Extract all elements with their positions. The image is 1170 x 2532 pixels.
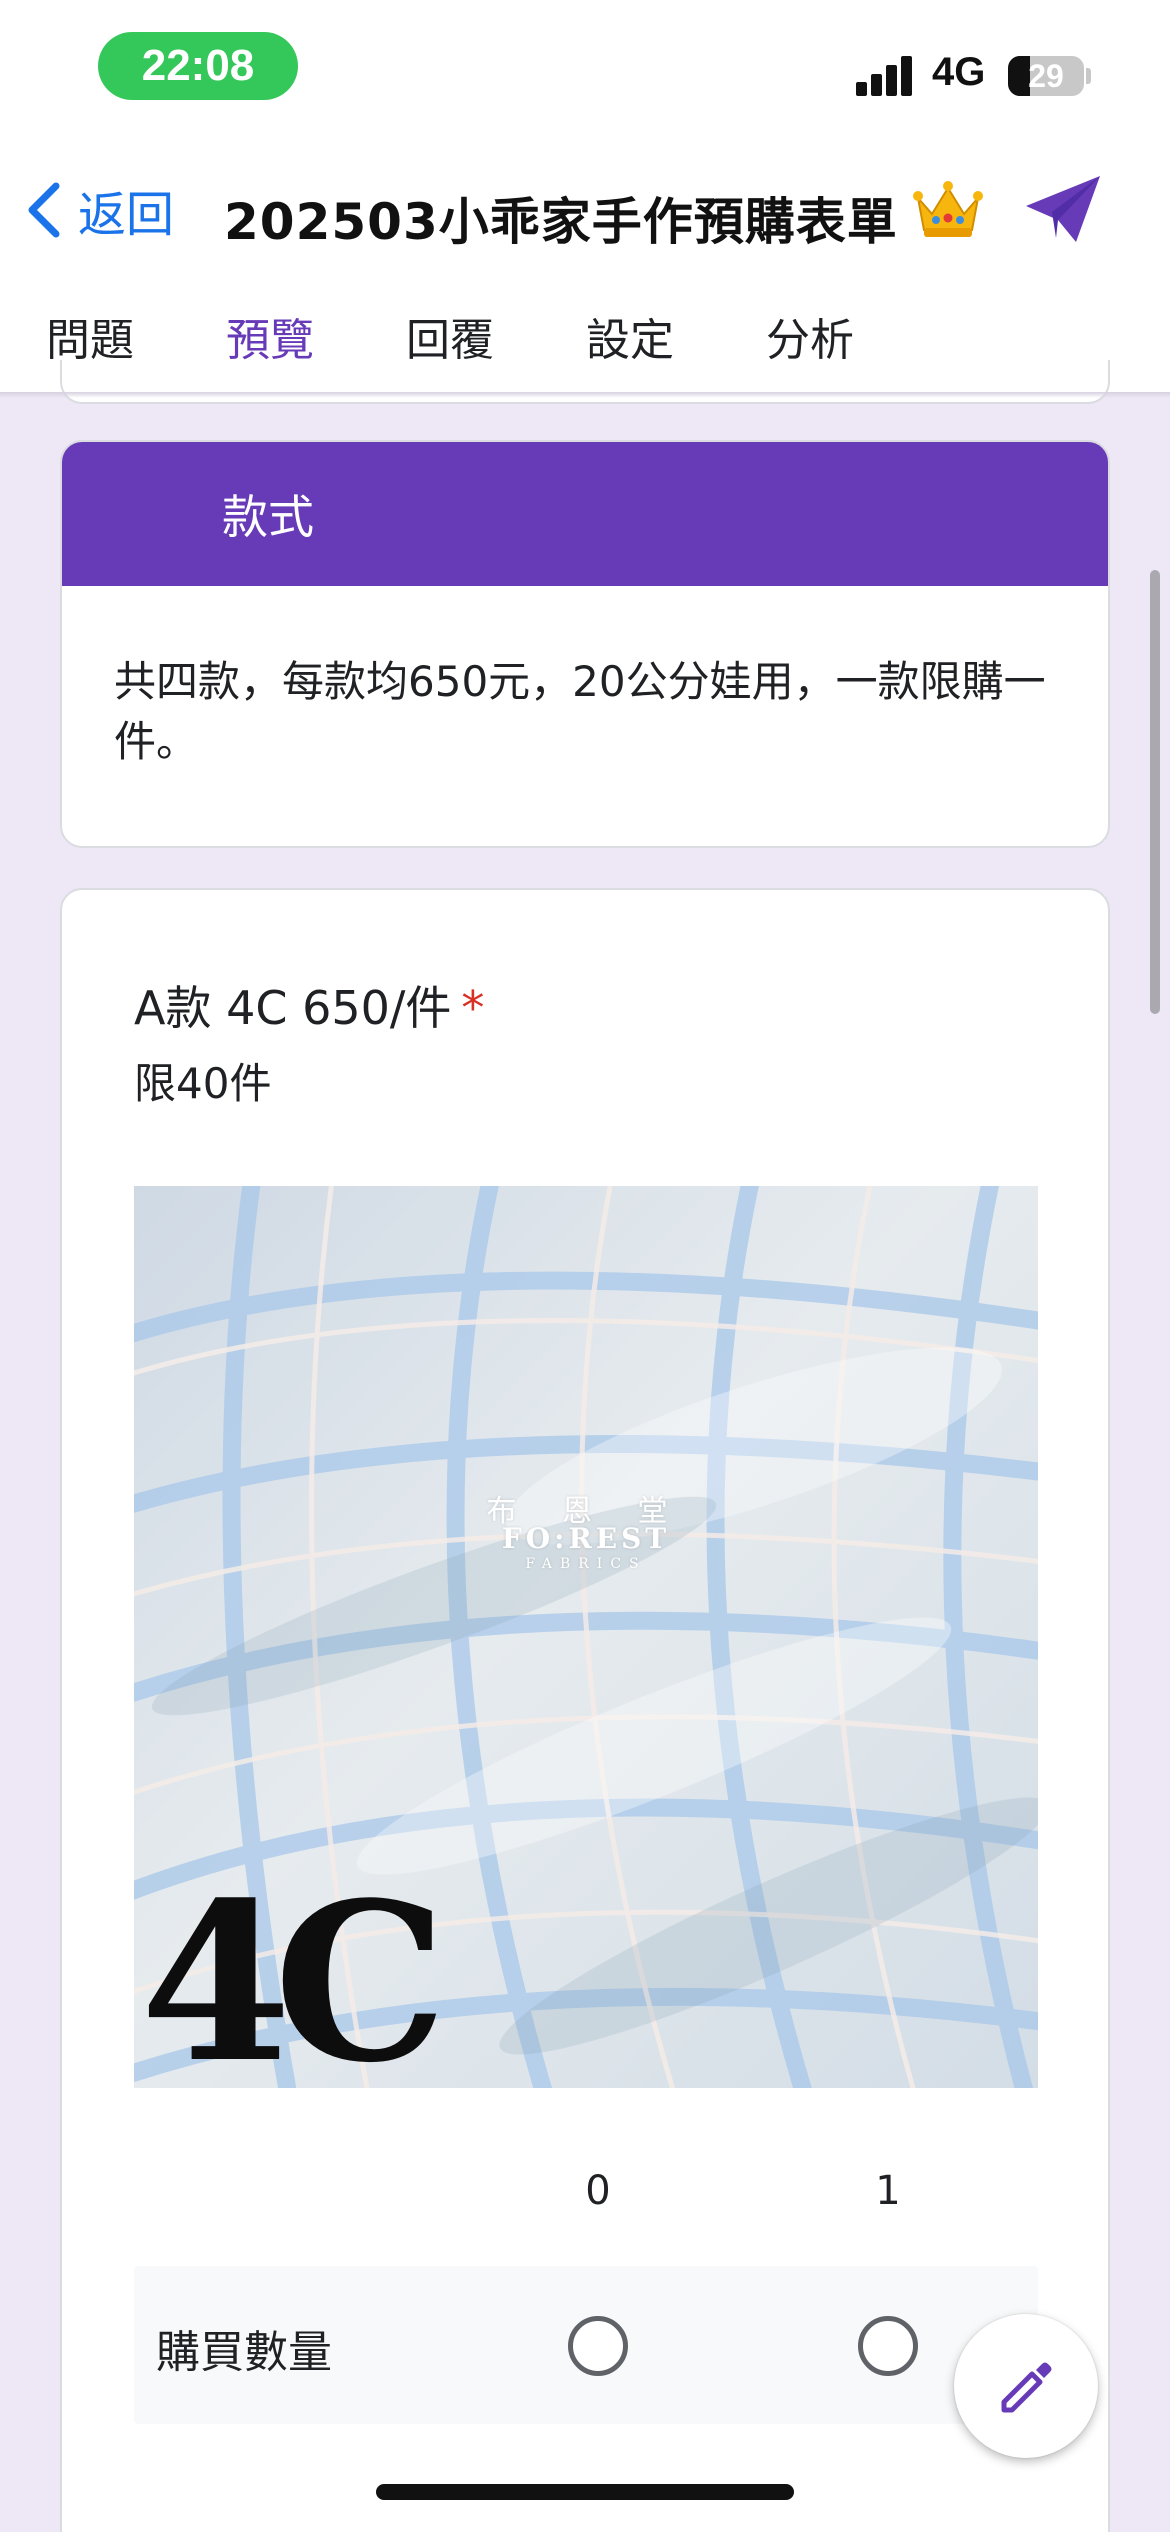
- grid-column-0: 0: [585, 2168, 611, 2214]
- section-title: 款式: [62, 442, 1108, 586]
- fabric-image: 布 恩 堂 FO:REST FABRICS 4C: [134, 1186, 1038, 2088]
- watermark-sub: FABRICS: [525, 1556, 647, 1572]
- section-card: 款式 共四款，每款均650元，20公分娃用，一款限購一件。: [60, 440, 1110, 848]
- back-button[interactable]: 返回: [24, 174, 174, 246]
- grid-row-label: 購買數量: [156, 2327, 332, 2378]
- battery-icon: 29: [1008, 56, 1084, 96]
- fabric-code-label: 4C: [140, 1855, 447, 2088]
- grid-column-1: 1: [875, 2168, 901, 2214]
- question-title-text: A款 4C 650/件: [134, 981, 452, 1035]
- edit-fab-button[interactable]: [954, 2314, 1098, 2458]
- question-title: A款 4C 650/件 *: [134, 972, 484, 1038]
- status-time: 22:08: [98, 32, 298, 100]
- grid-row: 購買數量: [134, 2266, 1038, 2424]
- pencil-edit-icon: [1001, 2362, 1052, 2413]
- home-indicator[interactable]: [376, 2484, 794, 2500]
- back-label: 返回: [78, 187, 175, 243]
- app-header: 返回 202503小乖家手作預購表單: [0, 160, 1170, 260]
- scrollbar[interactable]: [1150, 570, 1160, 1014]
- crown-icon[interactable]: [912, 178, 984, 242]
- radio-quantity-1[interactable]: [858, 2316, 918, 2376]
- question-subtitle: 限40件: [134, 1059, 272, 1108]
- send-paper-plane-icon[interactable]: [1022, 172, 1104, 248]
- battery-level: 29: [1028, 57, 1064, 94]
- required-asterisk: *: [461, 981, 485, 1035]
- watermark-brand: FO:REST: [501, 1522, 671, 1555]
- network-type: 4G: [932, 50, 986, 94]
- form-title: 202503小乖家手作預購表單: [224, 193, 898, 251]
- battery-tip: [1086, 68, 1091, 84]
- status-bar: 22:08 4G 29: [0, 0, 1170, 140]
- cellular-signal-icon: [856, 56, 914, 96]
- header-shadow: [0, 392, 1170, 398]
- radio-quantity-0[interactable]: [568, 2316, 628, 2376]
- section-description: 共四款，每款均650元，20公分娃用，一款限購一件。: [114, 657, 1046, 766]
- question-card: A款 4C 650/件 * 限40件 布 恩 堂 FO:REST FABRICS…: [60, 888, 1110, 2532]
- chevron-left-icon: [28, 182, 60, 238]
